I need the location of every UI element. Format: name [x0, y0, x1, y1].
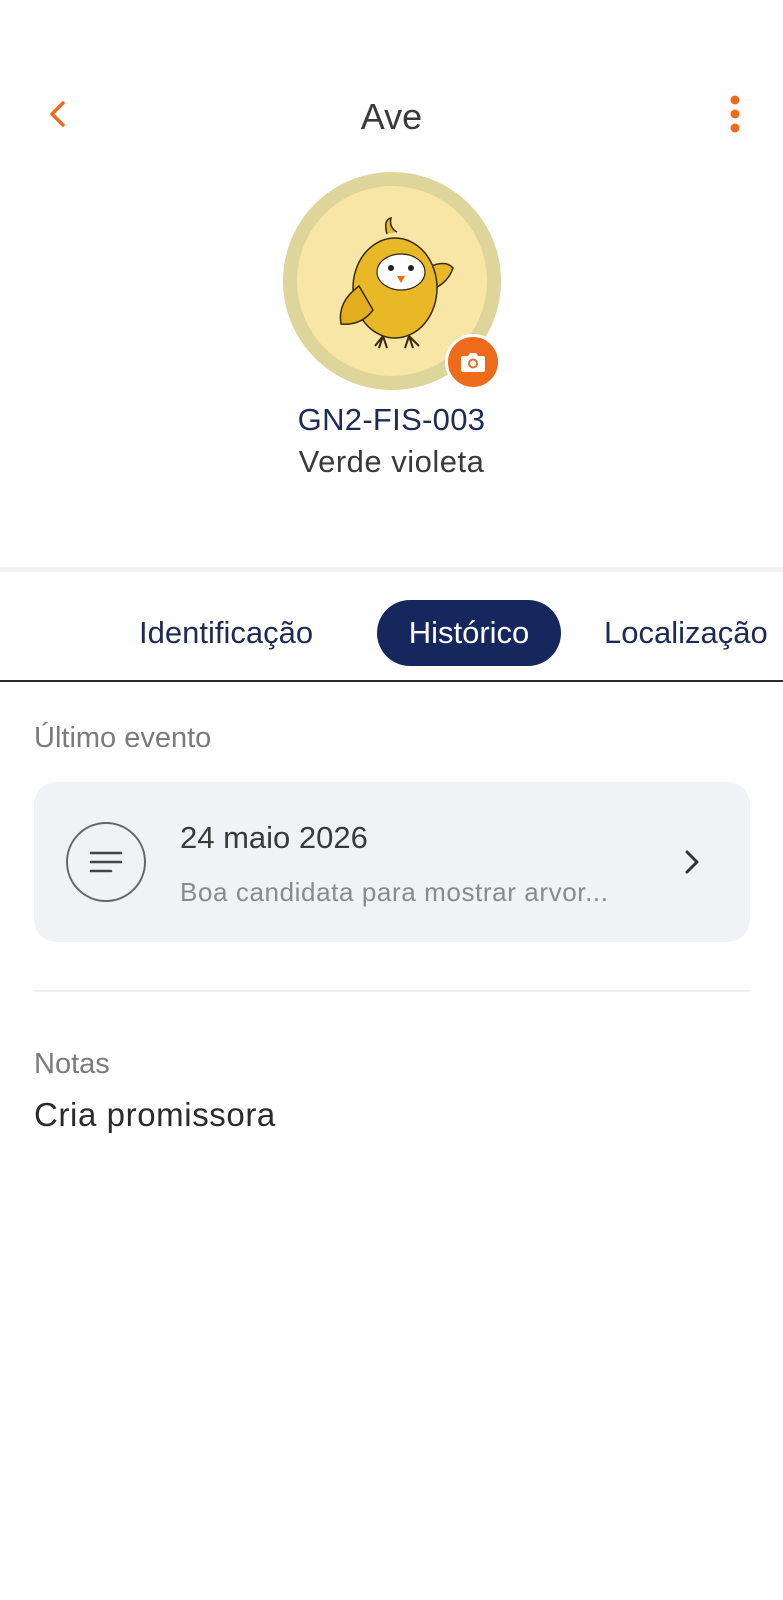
tab-identificacao[interactable]: Identificação	[139, 600, 313, 666]
bird-avatar	[283, 172, 501, 390]
section-separator	[0, 567, 783, 572]
bird-name: Verde violeta	[298, 444, 485, 479]
tab-bar: Identificação Histórico Localização	[0, 600, 783, 666]
tab-bar-underline	[0, 680, 783, 682]
notes-icon	[66, 822, 146, 902]
notes-value: Cria promissora	[34, 1096, 276, 1133]
camera-icon	[461, 353, 485, 372]
more-options-button[interactable]	[713, 92, 757, 136]
divider	[34, 990, 750, 992]
chevron-right-icon	[674, 844, 710, 880]
page-title: Ave	[360, 96, 423, 137]
app-header: Ave	[0, 0, 783, 160]
notes-label: Notas	[34, 1048, 110, 1080]
last-event-card[interactable]: 24 maio 2026 Boa candidata para mostrar …	[34, 782, 750, 942]
bird-id-code: GN2-FIS-003	[297, 402, 486, 437]
more-vertical-icon	[730, 95, 740, 133]
event-description: Boa candidata para mostrar arvor...	[180, 877, 609, 907]
tab-localizacao[interactable]: Localização	[604, 600, 768, 666]
tab-historico[interactable]: Histórico	[377, 600, 561, 666]
bird-illustration	[339, 216, 454, 349]
change-photo-button[interactable]	[445, 334, 501, 390]
last-event-label: Último evento	[34, 722, 212, 754]
event-date: 24 maio 2026	[180, 820, 368, 855]
